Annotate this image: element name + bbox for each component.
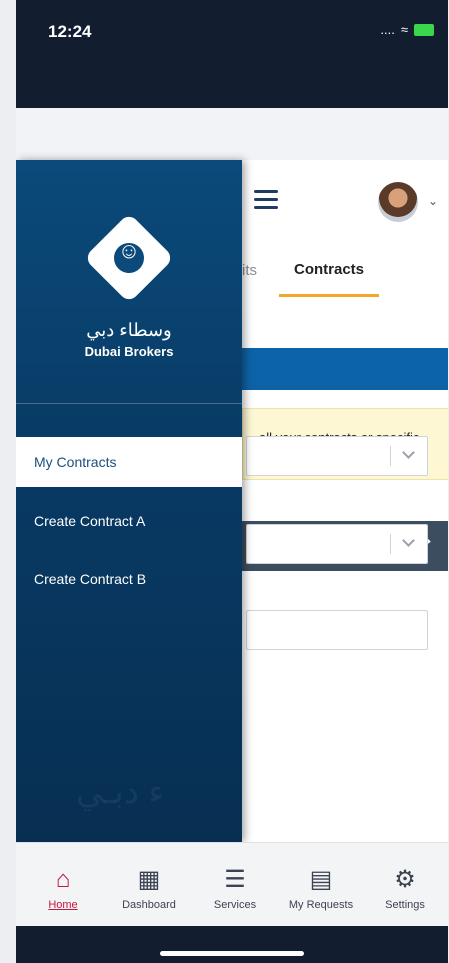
tab-previous[interactable]: its [242,262,257,279]
nav-home[interactable]: ⌂ Home [20,843,106,927]
side-drawer: ☺ وسطاء دبي Dubai Brokers My Contracts C… [16,160,242,842]
status-bar: 12:24 .... ≈ [16,0,448,108]
chevron-down-icon[interactable] [402,534,415,547]
app-screen: 12:24 .... ≈ ⌄ its Contracts all your co… [16,0,448,963]
nav-settings[interactable]: ⚙ Settings [362,843,448,927]
nav-my-requests-label: My Requests [288,899,354,911]
home-indicator-bar [16,926,448,963]
drawer-item-create-contract-a[interactable]: Create Contract A [16,496,242,546]
home-icon: ⌂ [55,866,71,893]
wifi-icon: ≈ [400,22,408,37]
signal-dots: .... [380,22,395,37]
dropdown-field-1[interactable] [246,436,428,476]
services-icon: ☰ [224,866,246,893]
dropdown-field-2[interactable] [246,524,428,564]
logo-arabic-text: وسطاء دبي [86,320,172,340]
drawer-watermark: ء دبـي [76,773,165,811]
nav-home-label: Home [48,899,78,911]
text-input-field[interactable] [246,610,428,650]
sub-header [16,108,448,160]
nav-services[interactable]: ☰ Services [192,843,278,927]
home-indicator[interactable] [160,951,304,956]
drawer-item-my-contracts[interactable]: My Contracts [16,437,242,487]
nav-services-label: Services [213,899,257,911]
tab-contracts[interactable]: Contracts [279,246,379,297]
dashboard-icon: ▦ [137,866,161,893]
nav-settings-label: Settings [385,899,425,911]
avatar[interactable] [378,182,418,222]
drawer-item-create-contract-b[interactable]: Create Contract B [16,554,242,604]
bottom-nav: ⌂ Home ▦ Dashboard ☰ Services ▤ My Reque… [16,842,448,927]
settings-icon: ⚙ [394,866,416,893]
hamburger-icon[interactable] [254,190,278,209]
nav-dashboard-label: Dashboard [122,899,176,911]
nav-my-requests[interactable]: ▤ My Requests [278,843,364,927]
status-time: 12:24 [48,22,92,41]
headset-person-icon: ☺ [117,238,141,263]
nav-dashboard[interactable]: ▦ Dashboard [106,843,192,927]
battery-icon [414,23,434,36]
logo-english-text: Dubai Brokers [84,344,174,359]
chevron-down-icon[interactable]: ⌄ [428,194,438,208]
requests-icon: ▤ [309,866,333,893]
drawer-divider [16,403,242,404]
chevron-down-icon[interactable] [402,446,415,459]
status-icons: .... ≈ [380,22,434,37]
